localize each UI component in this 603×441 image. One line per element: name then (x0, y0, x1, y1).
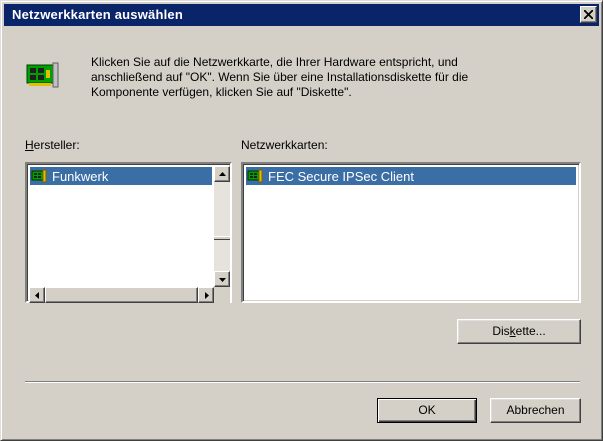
scroll-up-button[interactable] (214, 166, 230, 182)
adapter-list[interactable]: FEC Secure IPSec Client (241, 162, 581, 303)
ok-button[interactable]: OK (377, 398, 477, 423)
manufacturer-label-rest: ersteller: (33, 138, 80, 152)
cancel-button[interactable]: Abbrechen (490, 398, 581, 423)
vscroll-thumb[interactable] (214, 236, 230, 240)
scroll-down-button[interactable] (214, 271, 230, 287)
manufacturer-vscrollbar[interactable] (214, 166, 230, 287)
window-title: Netzwerkkarten auswählen (12, 7, 183, 22)
network-card-icon (26, 62, 59, 88)
scroll-corner (214, 287, 230, 303)
manufacturer-item-label: Funkwerk (52, 169, 109, 184)
instruction-text: Klicken Sie auf die Netzwerkkarte, die I… (91, 55, 571, 100)
manufacturer-hscrollbar[interactable] (29, 287, 214, 303)
arrow-down-icon (219, 278, 226, 282)
title-bar[interactable]: Netzwerkkarten auswählen (4, 4, 599, 26)
manufacturer-item[interactable]: Funkwerk (30, 167, 212, 185)
adapter-item[interactable]: FEC Secure IPSec Client (246, 167, 576, 185)
close-icon (584, 10, 593, 19)
manufacturer-label-accel: H (25, 138, 34, 152)
scroll-right-button[interactable] (198, 287, 214, 303)
manufacturer-list[interactable]: Funkwerk (25, 162, 232, 303)
adapter-item-label: FEC Secure IPSec Client (268, 169, 414, 184)
diskette-label-post: ette... (515, 324, 546, 338)
diskette-label-pre: Dis (492, 324, 510, 338)
adapter-label: Netzwerkkarten: (241, 138, 328, 152)
instruction-line-1: Klicken Sie auf die Netzwerkkarte, die I… (91, 55, 458, 69)
diskette-button[interactable]: Diskette... (457, 319, 581, 344)
hscroll-thumb[interactable] (45, 287, 198, 303)
instruction-line-2: anschließend auf "OK". Wenn Sie über ein… (91, 70, 469, 84)
arrow-right-icon (205, 292, 209, 299)
separator (25, 381, 580, 383)
instruction-line-3: Komponente verfügen, klicken Sie auf "Di… (91, 85, 352, 99)
close-button[interactable] (580, 6, 597, 23)
dialog-window: Netzwerkkarten auswählen Klicken Sie auf… (0, 0, 603, 441)
network-card-small-icon (247, 169, 263, 183)
arrow-up-icon (219, 172, 226, 176)
arrow-left-icon (35, 292, 39, 299)
network-card-small-icon (31, 169, 47, 183)
manufacturer-label: Hersteller: (25, 138, 80, 152)
scroll-left-button[interactable] (29, 287, 45, 303)
